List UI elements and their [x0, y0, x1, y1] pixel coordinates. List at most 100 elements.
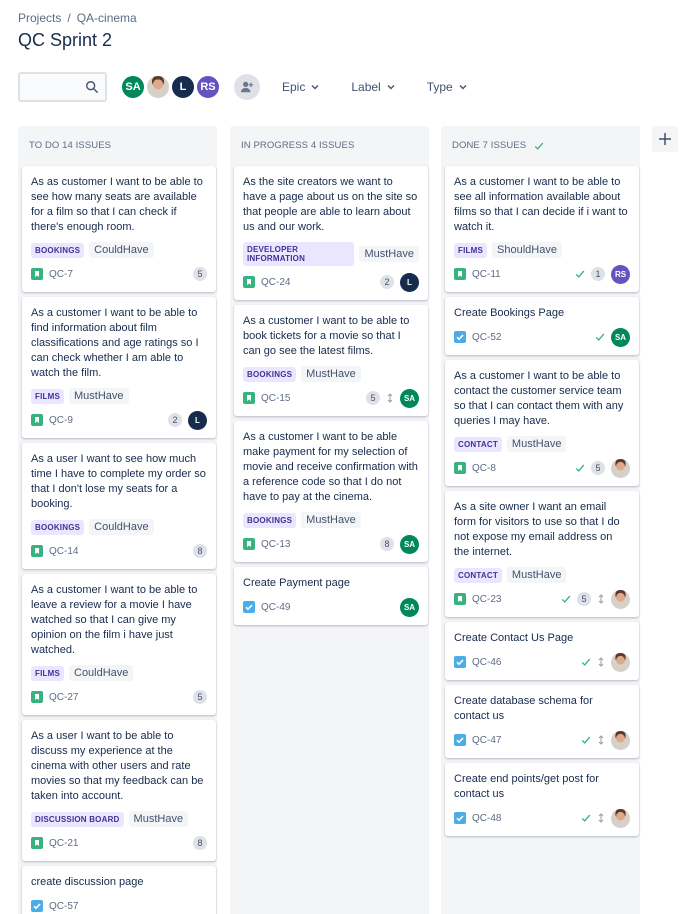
- issue-summary: As a customer I want to be able to leave…: [31, 584, 198, 656]
- issue-key[interactable]: QC-52: [472, 332, 501, 343]
- assignee-avatar[interactable]: SA: [400, 534, 419, 554]
- issue-key[interactable]: QC-46: [472, 657, 501, 668]
- assignee-avatar[interactable]: RS: [611, 264, 630, 284]
- epic-lozenge[interactable]: FILMS: [454, 242, 487, 258]
- epic-lozenge[interactable]: BOOKINGS: [243, 512, 297, 528]
- search-input[interactable]: [18, 72, 107, 102]
- issue-label[interactable]: CouldHave: [89, 242, 154, 258]
- issue-key[interactable]: QC-49: [261, 602, 290, 613]
- assignee-avatar[interactable]: [611, 652, 630, 672]
- avatar-filter-l[interactable]: L: [170, 74, 196, 100]
- issue-card[interactable]: Create end points/get post for contact u…: [445, 763, 639, 836]
- story-points-badge: 1: [591, 267, 605, 281]
- issue-card[interactable]: As a user I want to be able to discuss m…: [22, 720, 216, 861]
- breadcrumb-project-link[interactable]: QA-cinema: [77, 11, 137, 25]
- story-points-badge: 8: [380, 537, 394, 551]
- issue-key[interactable]: QC-48: [472, 813, 501, 824]
- issue-card[interactable]: As as customer I want to be able to see …: [22, 166, 216, 292]
- issue-key[interactable]: QC-57: [49, 901, 78, 912]
- issue-card[interactable]: As a customer I want to be able to conta…: [445, 360, 639, 486]
- issue-key[interactable]: QC-9: [49, 415, 73, 426]
- assignee-avatar[interactable]: [611, 458, 630, 478]
- issue-key[interactable]: QC-21: [49, 838, 78, 849]
- issue-card[interactable]: As a user I want to see how much time I …: [22, 443, 216, 569]
- epic-lozenge[interactable]: DEVELOPER INFORMATION: [243, 242, 355, 266]
- epic-lozenge[interactable]: BOOKINGS: [31, 519, 85, 535]
- breadcrumb-projects-link[interactable]: Projects: [18, 11, 61, 25]
- assignee-avatar[interactable]: L: [400, 272, 419, 292]
- avatar-filter-photo[interactable]: [145, 74, 171, 100]
- label-filter[interactable]: Label: [345, 76, 400, 98]
- task-type-icon: [454, 812, 466, 824]
- issue-label[interactable]: MustHave: [301, 366, 361, 382]
- epic-lozenge[interactable]: BOOKINGS: [31, 242, 85, 258]
- toolbar: SA L RS Epic Label Type: [18, 71, 473, 103]
- issue-label[interactable]: MustHave: [506, 436, 567, 452]
- done-check-icon: [575, 464, 585, 472]
- add-column-button[interactable]: [652, 126, 678, 152]
- issue-label[interactable]: MustHave: [301, 512, 361, 528]
- issue-card[interactable]: Create Payment page QC-49 SA: [234, 567, 428, 625]
- issue-card[interactable]: Create Bookings Page QC-52 SA: [445, 297, 639, 355]
- card-meta: [581, 808, 630, 828]
- issue-card[interactable]: As the site creators we want to have a p…: [234, 166, 428, 300]
- issue-key[interactable]: QC-47: [472, 735, 501, 746]
- issue-label[interactable]: MustHave: [506, 567, 567, 583]
- issue-card[interactable]: Create Contact Us Page QC-46: [445, 622, 639, 680]
- done-check-icon: [561, 595, 571, 603]
- epic-lozenge[interactable]: BOOKINGS: [243, 366, 297, 382]
- issue-label[interactable]: MustHave: [69, 388, 129, 404]
- task-type-icon: [243, 601, 255, 613]
- type-filter[interactable]: Type: [421, 76, 473, 98]
- issue-key[interactable]: QC-24: [261, 277, 290, 288]
- issue-label[interactable]: CouldHave: [89, 519, 154, 535]
- issue-key[interactable]: QC-8: [472, 463, 496, 474]
- issue-card[interactable]: As a customer I want to be able to see a…: [445, 166, 639, 292]
- issue-card[interactable]: As a customer I want to be able to find …: [22, 297, 216, 438]
- epic-lozenge[interactable]: CONTACT: [454, 436, 502, 452]
- issue-labels: CONTACT MustHave: [454, 436, 630, 452]
- issue-key[interactable]: QC-11: [472, 269, 501, 280]
- assignee-avatar[interactable]: SA: [400, 388, 419, 408]
- epic-filter[interactable]: Epic: [276, 76, 325, 98]
- epic-lozenge[interactable]: DISCUSSION BOARD: [31, 811, 124, 827]
- issue-label[interactable]: ShouldHave: [492, 242, 562, 258]
- issue-key[interactable]: QC-27: [49, 692, 78, 703]
- assignee-avatar[interactable]: SA: [400, 597, 419, 617]
- issue-card[interactable]: As a customer I want to be able make pay…: [234, 421, 428, 562]
- assignee-avatar[interactable]: SA: [611, 327, 630, 347]
- issue-card[interactable]: Create database schema for contact us QC-…: [445, 685, 639, 758]
- breadcrumb-separator: /: [67, 11, 71, 25]
- card-meta: 1 RS: [575, 264, 630, 284]
- add-person-icon: [240, 81, 254, 93]
- card-meta: 2L: [168, 410, 207, 430]
- issue-summary: As the site creators we want to have a p…: [243, 176, 418, 233]
- epic-lozenge[interactable]: FILMS: [31, 388, 64, 404]
- add-people-button[interactable]: [234, 74, 260, 100]
- issue-card[interactable]: As a customer I want to be able to book …: [234, 305, 428, 416]
- issue-label[interactable]: MustHave: [128, 811, 189, 827]
- issue-key[interactable]: QC-14: [49, 546, 78, 557]
- issue-card[interactable]: create discussion page QC-57: [22, 866, 216, 914]
- issue-key[interactable]: QC-7: [49, 269, 73, 280]
- assignee-avatar[interactable]: L: [188, 410, 207, 430]
- issue-summary: Create Payment page: [243, 577, 351, 589]
- epic-lozenge[interactable]: CONTACT: [454, 567, 502, 583]
- issue-label[interactable]: CouldHave: [69, 665, 134, 681]
- assignee-avatar[interactable]: [611, 589, 630, 609]
- issue-key[interactable]: QC-23: [472, 594, 501, 605]
- column-title: TO DO 14 ISSUES: [29, 140, 112, 151]
- issue-card[interactable]: As a site owner I want an email form for…: [445, 491, 639, 617]
- story-points-badge: 8: [193, 544, 207, 558]
- issue-key[interactable]: QC-15: [261, 393, 290, 404]
- avatar-filter-sa[interactable]: SA: [120, 74, 146, 100]
- assignee-avatar[interactable]: [611, 808, 630, 828]
- story-type-icon: [454, 268, 466, 280]
- column-header: DONE 7 ISSUES: [441, 126, 640, 162]
- issue-key[interactable]: QC-13: [261, 539, 290, 550]
- issue-card[interactable]: As a customer I want to be able to leave…: [22, 574, 216, 715]
- avatar-filter-rs[interactable]: RS: [195, 74, 221, 100]
- issue-label[interactable]: MustHave: [359, 246, 419, 262]
- epic-lozenge[interactable]: FILMS: [31, 665, 64, 681]
- assignee-avatar[interactable]: [611, 730, 630, 750]
